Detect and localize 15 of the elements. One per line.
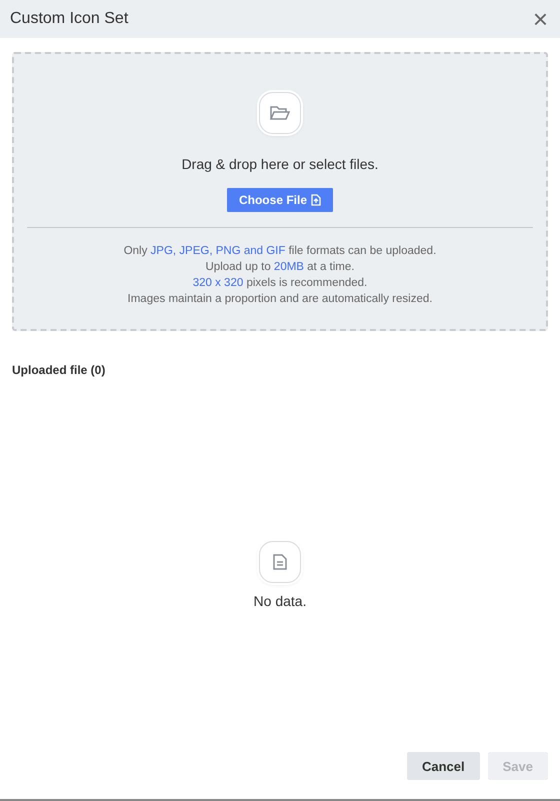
info-text: Only JPG, JPEG, PNG and GIF file formats can be uploaded. [124,244,436,258]
choose-file-button[interactable]: Choose File [226,188,333,212]
section-heading: Uploaded file (0) [12,363,106,377]
info-text: Upload up to 20MB at a time. [206,260,354,274]
close-button[interactable]: × [530,6,550,32]
drop-zone[interactable] [12,52,548,331]
file-upload-icon [311,194,321,206]
window-title: Custom Icon Set [10,10,128,28]
cancel-button[interactable]: Cancel [406,752,480,780]
info-text: Images maintain a proportion and are automatically resized. [128,292,432,306]
document-icon [259,540,301,582]
info-text: 320 x 320 pixels is recommended. [192,276,368,290]
drop-prompt: Drag & drop here or select files. [182,156,378,172]
empty-message: No data. [254,592,306,608]
folder-icon [259,92,301,134]
